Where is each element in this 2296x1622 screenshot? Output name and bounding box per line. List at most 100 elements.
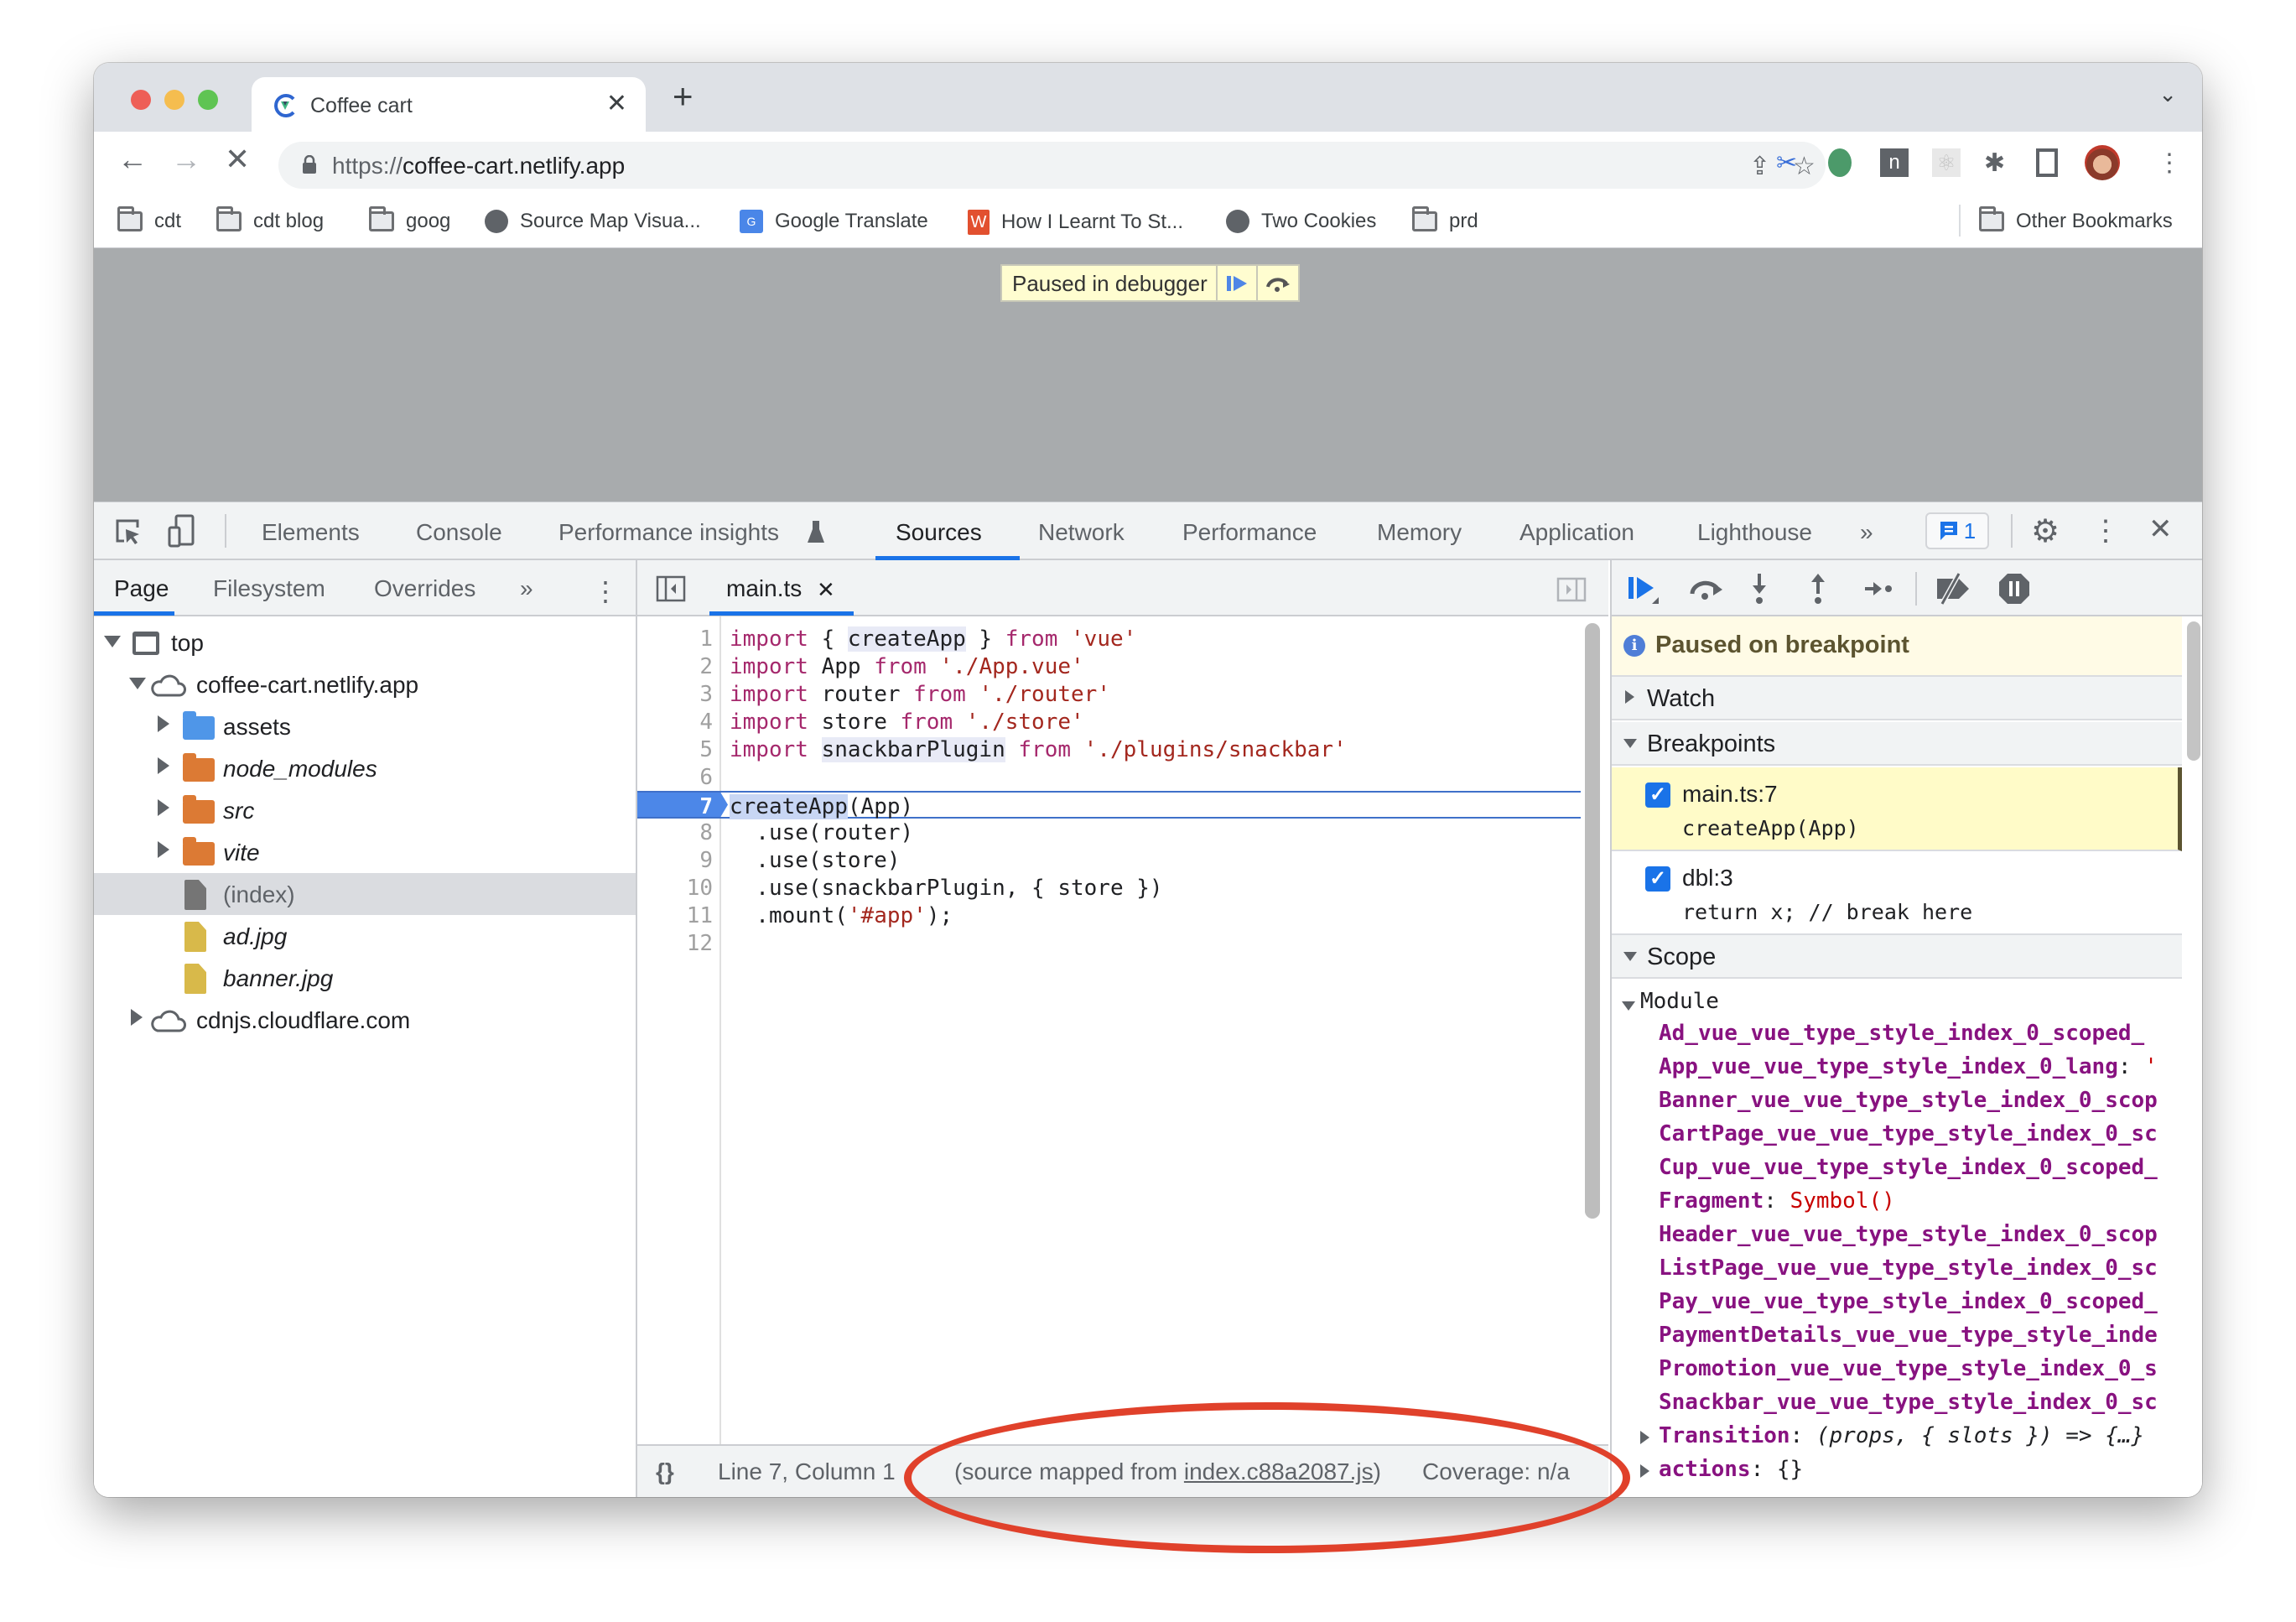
close-window-button[interactable]	[131, 90, 151, 110]
tab-lighthouse[interactable]: Lighthouse	[1697, 519, 1812, 546]
expand-arrow-icon[interactable]	[129, 678, 146, 689]
close-file-tab-icon[interactable]: ✕	[817, 577, 835, 603]
collapse-arrow-icon[interactable]	[1623, 952, 1637, 961]
tab-filesystem[interactable]: Filesystem	[213, 575, 325, 602]
line-number[interactable]: 10	[637, 876, 713, 901]
minimize-window-button[interactable]	[164, 90, 184, 110]
tree-item-folder[interactable]: vite	[94, 831, 636, 873]
editor-tab-main-ts[interactable]: main.ts	[726, 575, 802, 602]
breakpoint-checkbox[interactable]: ✓	[1645, 866, 1670, 892]
device-toolbar-icon[interactable]	[168, 514, 196, 548]
n-extension-icon[interactable]: n	[1880, 148, 1909, 177]
breakpoint-item-hit[interactable]: ✓ main.ts:7 createApp(App)	[1612, 767, 2182, 851]
line-number[interactable]: 7	[637, 794, 713, 819]
resume-button[interactable]	[1218, 266, 1258, 300]
code-line[interactable]: 11 .mount('#app');	[637, 902, 1581, 929]
resume-script-icon[interactable]	[1627, 574, 1660, 607]
tree-item-folder[interactable]: assets	[94, 705, 636, 747]
step-over-icon[interactable]	[1687, 575, 1724, 604]
bookmark-item[interactable]: Two Cookies	[1226, 210, 1376, 233]
tab-page[interactable]: Page	[114, 575, 169, 602]
line-number[interactable]: 8	[637, 820, 713, 845]
expand-arrow-icon[interactable]	[1640, 1464, 1649, 1478]
code-editor[interactable]: 1 import { createApp } from 'vue' 2 import …	[637, 616, 1608, 1455]
inspect-element-icon[interactable]	[114, 517, 143, 546]
toggle-navigator-icon[interactable]	[656, 575, 686, 602]
step-out-icon[interactable]	[1808, 572, 1828, 606]
tab-performance-insights[interactable]: Performance insights	[558, 519, 779, 546]
scope-entry[interactable]: Ad_vue_vue_type_style_index_0_scoped_	[1659, 1021, 2144, 1054]
pretty-print-button[interactable]: {}	[656, 1458, 674, 1485]
section-breakpoints[interactable]: Breakpoints	[1612, 722, 2182, 766]
tree-item-folder[interactable]: src	[94, 789, 636, 831]
tree-item-file[interactable]: ad.jpg	[94, 915, 636, 957]
tree-item-folder[interactable]: node_modules	[94, 747, 636, 789]
share-icon[interactable]: ⇪	[1749, 152, 1770, 181]
settings-gear-icon[interactable]: ⚙	[2031, 512, 2060, 550]
line-number[interactable]: 1	[637, 626, 713, 652]
step-over-button[interactable]	[1258, 266, 1298, 300]
more-tabs-button[interactable]: »	[1860, 519, 1873, 546]
step-into-icon[interactable]	[1749, 572, 1769, 606]
scope-entry[interactable]: Transition: (props, { slots }) => {…}	[1640, 1423, 2144, 1457]
code-line[interactable]: 6	[637, 763, 1581, 791]
expand-arrow-icon[interactable]	[158, 757, 169, 774]
bookmark-item[interactable]: cdt	[117, 206, 181, 233]
scope-entry[interactable]: Promotion_vue_vue_type_style_index_0_s	[1659, 1356, 2158, 1390]
line-number[interactable]: 4	[637, 710, 713, 735]
collapse-arrow-icon[interactable]	[1622, 1001, 1635, 1011]
tree-item-domain[interactable]: cdnjs.cloudflare.com	[94, 999, 636, 1041]
scope-entry[interactable]: Cup_vue_vue_type_style_index_0_scoped_	[1659, 1155, 2158, 1188]
expand-arrow-icon[interactable]	[158, 799, 169, 816]
tree-item-domain[interactable]: coffee-cart.netlify.app	[94, 663, 636, 705]
scope-entry[interactable]: Banner_vue_vue_type_style_index_0_scop	[1659, 1088, 2158, 1121]
section-watch[interactable]: Watch	[1612, 677, 2182, 720]
code-line[interactable]: 10 .use(snackbarPlugin, { store })	[637, 874, 1581, 902]
tree-item-file-selected[interactable]: (index)	[94, 873, 636, 915]
more-navigator-tabs-button[interactable]: »	[520, 575, 533, 602]
tab-console[interactable]: Console	[416, 519, 502, 546]
tab-memory[interactable]: Memory	[1377, 519, 1462, 546]
code-line[interactable]: 3 import router from './router'	[637, 680, 1581, 708]
expand-arrow-icon[interactable]	[158, 715, 169, 732]
code-line[interactable]: 8 .use(router)	[637, 819, 1581, 846]
code-line[interactable]: 2 import App from './App.vue'	[637, 652, 1581, 680]
bookmark-item[interactable]: G Google Translate	[740, 210, 928, 233]
maximize-window-button[interactable]	[198, 90, 218, 110]
tab-overrides[interactable]: Overrides	[374, 575, 475, 602]
navigator-menu-icon[interactable]: ⋮	[592, 575, 619, 607]
scope-entry[interactable]: App_vue_vue_type_style_index_0_lang: '	[1659, 1054, 2158, 1088]
tab-performance[interactable]: Performance	[1182, 519, 1317, 546]
stop-loading-button[interactable]: ✕	[225, 142, 250, 177]
react-devtools-extension-icon[interactable]: ⚛	[1932, 148, 1961, 177]
source-map-link[interactable]: index.c88a2087.js	[1184, 1458, 1374, 1484]
bookmark-item[interactable]: cdt blog	[216, 206, 324, 233]
code-line[interactable]: 1 import { createApp } from 'vue'	[637, 625, 1581, 652]
toggle-debugger-sidebar-icon[interactable]	[1556, 577, 1587, 602]
expand-arrow-icon[interactable]	[1640, 1431, 1649, 1444]
tab-search-chevron-icon[interactable]: ⌄	[2158, 81, 2177, 107]
tab-application[interactable]: Application	[1519, 519, 1634, 546]
bookmark-item[interactable]: prd	[1412, 206, 1478, 233]
bookmark-item[interactable]: goog	[369, 206, 450, 233]
address-bar[interactable]: https://coffee-cart.netlify.app ⇪ ☆	[278, 142, 1826, 189]
expand-arrow-icon[interactable]	[158, 841, 169, 858]
code-line[interactable]: 9 .use(store)	[637, 846, 1581, 874]
pause-on-exceptions-icon[interactable]	[1997, 572, 2031, 606]
scope-entry[interactable]: Pay_vue_vue_type_style_index_0_scoped_	[1659, 1289, 2158, 1323]
tree-item-file[interactable]: banner.jpg	[94, 957, 636, 999]
code-line[interactable]: 4 import store from './store'	[637, 708, 1581, 736]
expand-arrow-icon[interactable]	[131, 1009, 143, 1026]
tab-elements[interactable]: Elements	[262, 519, 360, 546]
line-number[interactable]: 11	[637, 903, 713, 928]
line-number[interactable]: 5	[637, 737, 713, 762]
tab-network[interactable]: Network	[1038, 519, 1125, 546]
editor-scrollbar[interactable]	[1585, 623, 1600, 1219]
devtools-menu-icon[interactable]: ⋮	[2091, 514, 2120, 548]
code-line-current[interactable]: 7 createApp(App)	[637, 791, 1581, 819]
scope-entry[interactable]: ListPage_vue_vue_type_style_index_0_sc	[1659, 1255, 2158, 1289]
evernote-extension-icon[interactable]	[1828, 148, 1852, 177]
other-bookmarks[interactable]: Other Bookmarks	[1979, 206, 2173, 233]
breakpoint-checkbox[interactable]: ✓	[1645, 782, 1670, 808]
back-button[interactable]: ←	[117, 142, 148, 177]
